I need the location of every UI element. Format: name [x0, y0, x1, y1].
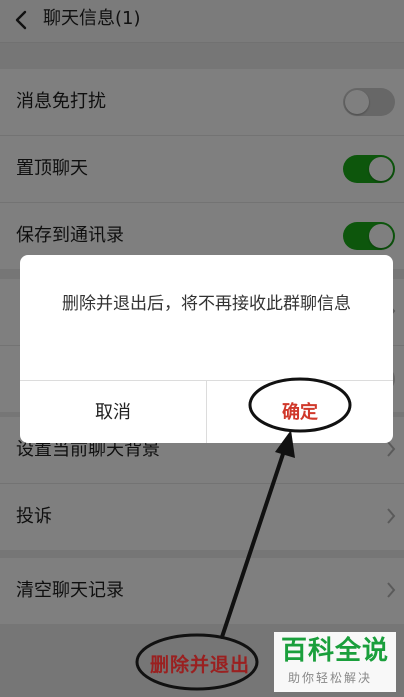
annotation-circle-confirm — [248, 377, 352, 433]
annotation-arrowhead-icon — [275, 430, 295, 458]
watermark-logo: 百科全说 助你轻松解决 — [274, 632, 396, 692]
watermark-subtitle: 助你轻松解决 — [288, 671, 373, 685]
annotation-arrow-shaft — [220, 446, 287, 639]
annotation-layer — [135, 377, 352, 691]
annotation-circle-delete-exit — [135, 633, 259, 691]
watermark-title: 百科全说 — [281, 636, 390, 666]
